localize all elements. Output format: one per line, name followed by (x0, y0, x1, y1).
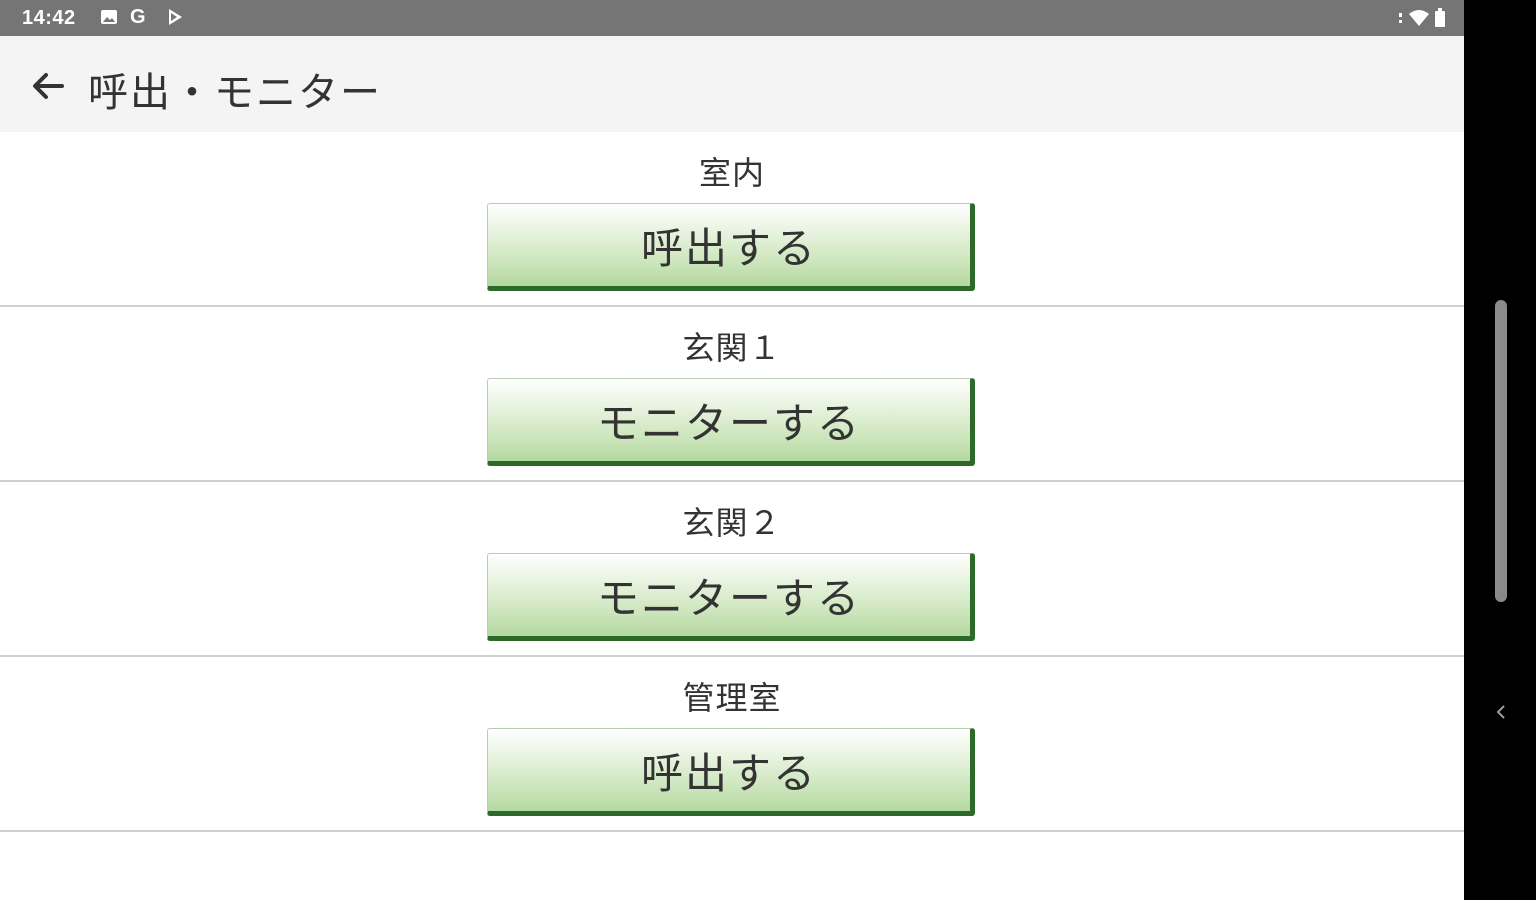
call-indoor-button[interactable]: 呼出する (487, 203, 975, 291)
system-nav-bar (1464, 0, 1536, 900)
monitor-entrance-1-button[interactable]: モニターする (487, 378, 975, 466)
play-store-icon (166, 8, 184, 30)
wifi-icon (1408, 9, 1430, 31)
scrollbar[interactable] (1495, 300, 1507, 602)
call-management-office-button[interactable]: 呼出する (487, 728, 975, 816)
status-bar: 14:42 G (0, 0, 1464, 36)
arrow-left-icon[interactable] (28, 66, 68, 106)
monitor-entrance-2-button[interactable]: モニターする (487, 553, 975, 641)
list-item-label: 管理室 (682, 679, 782, 717)
list-item-entrance-2: 玄関２ モニターする (0, 482, 1464, 657)
list-item-label: 玄関１ (682, 329, 782, 367)
app-bar: 呼出・モニター (0, 36, 1464, 132)
list-item-management-office: 管理室 呼出する (0, 657, 1464, 832)
signal-icon (1398, 9, 1404, 31)
battery-icon (1434, 8, 1446, 32)
image-icon (100, 8, 118, 30)
list-item-entrance-1: 玄関１ モニターする (0, 307, 1464, 482)
google-icon: G (130, 6, 146, 28)
status-time: 14:42 (22, 7, 76, 29)
device-list: 室内 呼出する 玄関１ モニターする 玄関２ モニターする 管理室 呼出する (0, 132, 1464, 832)
chevron-left-icon[interactable] (1493, 700, 1509, 724)
list-item-indoor: 室内 呼出する (0, 132, 1464, 307)
page-title: 呼出・モニター (88, 70, 382, 116)
list-item-label: 室内 (698, 154, 765, 192)
list-item-label: 玄関２ (682, 504, 782, 542)
app-screen: 14:42 G 呼出・モニター 室内 呼出する 玄関１ モニターする 玄関２ モ… (0, 0, 1464, 900)
